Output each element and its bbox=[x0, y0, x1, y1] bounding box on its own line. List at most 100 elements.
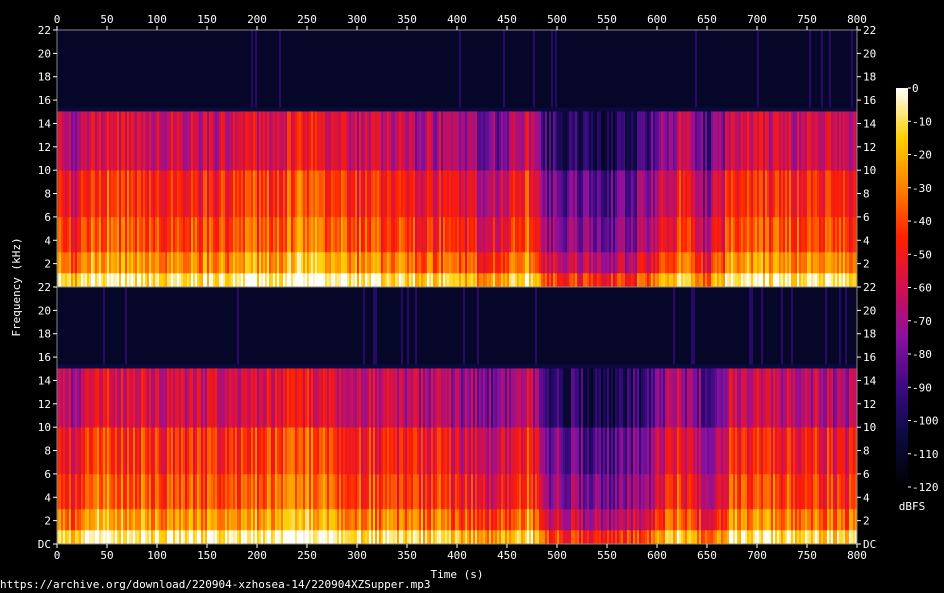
spectrogram-cell bbox=[799, 30, 802, 110]
spectrogram-cell bbox=[89, 287, 92, 367]
spectrogram-cell bbox=[483, 30, 486, 110]
spectrogram-cell bbox=[703, 287, 706, 367]
spectrogram-cell bbox=[657, 109, 660, 171]
spectrogram-cell bbox=[837, 529, 840, 545]
spectrogram-cell bbox=[449, 508, 452, 531]
spectrogram-cell bbox=[149, 272, 152, 288]
spectrogram-cell bbox=[669, 366, 672, 428]
spectrogram-cell bbox=[209, 109, 212, 171]
spectrogram-cell bbox=[329, 366, 332, 428]
spectrogram-cell bbox=[557, 508, 560, 531]
spectrogram-cell bbox=[119, 473, 122, 510]
spectrogram-cell bbox=[157, 366, 160, 428]
spectrogram-cell bbox=[227, 427, 230, 475]
spectrogram-cell bbox=[255, 170, 258, 218]
spectrogram-cell bbox=[511, 216, 514, 253]
spectrogram-cell bbox=[447, 170, 450, 218]
spectrogram-cell bbox=[281, 366, 284, 428]
spectrogram-cell bbox=[663, 287, 666, 367]
spectrogram-cell bbox=[345, 366, 348, 428]
spectrogram-cell bbox=[471, 109, 474, 171]
spectrogram-cell bbox=[827, 272, 830, 288]
spectrogram-cell bbox=[405, 287, 408, 367]
spectrogram-cell bbox=[335, 473, 338, 510]
spectrogram-cell bbox=[577, 366, 580, 428]
spectrogram-cell bbox=[485, 251, 488, 274]
spectrogram-cell bbox=[303, 529, 306, 545]
spectrogram-cell bbox=[343, 427, 346, 475]
spectrogram-cell bbox=[753, 251, 756, 274]
spectrogram-cell bbox=[831, 170, 834, 218]
spectrogram-cell bbox=[469, 170, 472, 218]
spectrogram-cell bbox=[699, 427, 702, 475]
spectrogram-cell bbox=[823, 170, 826, 218]
spectrogram-cell bbox=[599, 366, 602, 428]
spectrogram-cell bbox=[121, 30, 124, 110]
spectrogram-cell bbox=[327, 30, 330, 110]
spectrogram-cell bbox=[91, 272, 94, 288]
spectrogram-cell bbox=[93, 216, 96, 253]
spectrogram-cell bbox=[351, 427, 354, 475]
spectrogram-cell bbox=[461, 272, 464, 288]
spectrogram-cell bbox=[491, 529, 494, 545]
spectrogram-cell bbox=[259, 427, 262, 475]
spectrogram-cell bbox=[671, 427, 674, 475]
spectrogram-cell bbox=[541, 272, 544, 288]
spectrogram-cell bbox=[833, 287, 836, 367]
spectrogram-cell bbox=[709, 366, 712, 428]
spectrogram-cell bbox=[385, 529, 388, 545]
spectrogram-cell bbox=[519, 508, 522, 531]
spectrogram-cell bbox=[715, 287, 718, 367]
spectrogram-cell bbox=[577, 427, 580, 475]
spectrogram-cell bbox=[473, 109, 476, 171]
spectrogram-cell bbox=[385, 170, 388, 218]
spectrogram-cell bbox=[227, 508, 230, 531]
spectrogram-cell bbox=[625, 287, 628, 367]
spectrogram-cell bbox=[131, 30, 134, 110]
spectrogram-cell bbox=[309, 287, 312, 367]
spectrogram-cell bbox=[669, 473, 672, 510]
spectrogram-cell bbox=[803, 216, 806, 253]
spectrogram-cell bbox=[87, 287, 90, 367]
spectrogram-cell bbox=[831, 473, 834, 510]
spectrogram-cell bbox=[639, 109, 642, 171]
spectrogram-cell bbox=[159, 427, 162, 475]
spectrogram-cell bbox=[607, 272, 610, 288]
spectrogram-cell bbox=[577, 216, 580, 253]
spectrogram-cell bbox=[771, 272, 774, 288]
spectrogram-cell bbox=[405, 529, 408, 545]
spectrogram-cell bbox=[527, 251, 530, 274]
spectrogram-cell bbox=[177, 30, 180, 110]
spectrogram-cell bbox=[839, 529, 842, 545]
spectrogram-cell bbox=[737, 251, 740, 274]
spectrogram-cell bbox=[647, 366, 650, 428]
spectrogram-cell bbox=[695, 508, 698, 531]
spectrogram-cell bbox=[61, 251, 64, 274]
spectrogram-cell bbox=[611, 529, 614, 545]
spectrogram-cell bbox=[71, 473, 74, 510]
spectrogram-cell bbox=[347, 216, 350, 253]
spectrogram-cell bbox=[229, 529, 232, 545]
spectrogram-cell bbox=[221, 427, 224, 475]
spectrogram-cell bbox=[443, 427, 446, 475]
spectrogram-cell bbox=[441, 427, 444, 475]
spectrogram-cell bbox=[851, 366, 854, 428]
spectrogram-cell bbox=[161, 366, 164, 428]
spectrogram-cell bbox=[523, 109, 526, 171]
spectrogram-cell bbox=[107, 216, 110, 253]
spectrogram-cell bbox=[445, 30, 448, 110]
spectrogram-cell bbox=[77, 508, 80, 531]
spectrogram-cell bbox=[513, 427, 516, 475]
spectrogram-cell bbox=[661, 529, 664, 545]
spectrogram-cell bbox=[283, 287, 286, 367]
spectrogram-cell bbox=[187, 170, 190, 218]
spectrogram-cell bbox=[811, 287, 814, 367]
spectrogram-cell bbox=[557, 287, 560, 367]
spectrogram-cell bbox=[809, 473, 812, 510]
spectrogram-cell bbox=[121, 216, 124, 253]
spectrogram-cell bbox=[329, 170, 332, 218]
spectrogram-cell bbox=[477, 427, 480, 475]
spectrogram-cell bbox=[533, 366, 536, 428]
spectrogram-cell bbox=[779, 30, 782, 110]
spectrogram-cell bbox=[699, 272, 702, 288]
